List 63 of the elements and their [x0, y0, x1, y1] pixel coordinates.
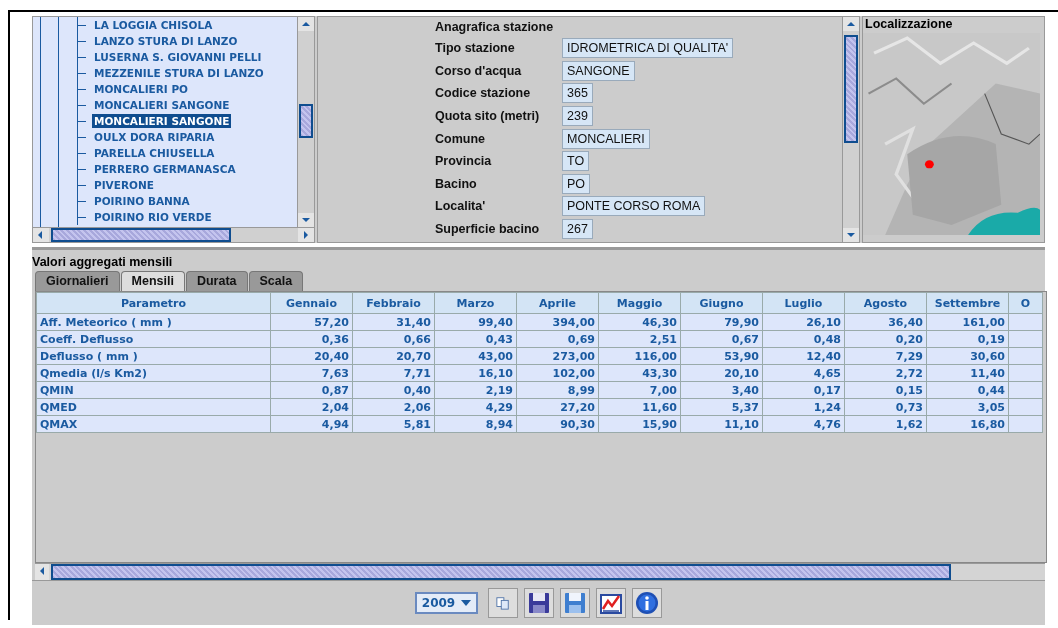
column-header[interactable]: Aprile	[516, 292, 599, 314]
column-header[interactable]: Luglio	[762, 292, 845, 314]
column-header[interactable]: Marzo	[434, 292, 517, 314]
horizontal-scrollbar[interactable]	[33, 227, 314, 242]
field-value: PO	[562, 173, 591, 194]
tree-item[interactable]: PERRERO GERMANASCA	[92, 162, 238, 176]
tab[interactable]: Scala	[248, 271, 304, 291]
tree-item[interactable]: LUSERNA S. GIOVANNI PELLI	[92, 50, 264, 64]
tree-item[interactable]: PARELLA CHIUSELLA	[92, 146, 217, 160]
vertical-scrollbar[interactable]	[297, 17, 314, 227]
field-value: 239	[562, 106, 593, 127]
column-header[interactable]: Febbraio	[352, 292, 435, 314]
map-title: Localizzazione	[864, 17, 954, 33]
caret-icon	[461, 600, 472, 606]
tree-item[interactable]: POIRINO BANNA	[92, 194, 192, 208]
horizontal-scrollbar[interactable]	[35, 563, 1045, 580]
tree-item[interactable]: PIVERONE	[92, 178, 156, 192]
column-header[interactable]: O	[1008, 292, 1043, 314]
vertical-scrollbar[interactable]	[842, 17, 859, 242]
column-header[interactable]: Maggio	[598, 292, 681, 314]
field-label: Quota sito (metri)	[435, 109, 541, 124]
field-label: Comune	[435, 131, 486, 146]
column-header[interactable]: Parametro	[36, 292, 271, 314]
tree-item[interactable]: POIRINO RIO VERDE	[92, 210, 214, 224]
tree-item[interactable]: LANZO STURA DI LANZO	[92, 34, 240, 48]
column-header[interactable]: Agosto	[844, 292, 927, 314]
tree-item[interactable]: LA LOGGIA CHISOLA	[92, 18, 215, 32]
info-icon	[635, 591, 660, 615]
tree-item[interactable]: MONCALIERI SANGONE	[92, 114, 232, 128]
tab[interactable]: Durata	[185, 271, 248, 291]
chart-button[interactable]	[596, 588, 627, 618]
field-label: Bacino	[435, 176, 478, 191]
field-label: Localita'	[435, 199, 487, 214]
section-title: Anagrafica stazione	[435, 20, 555, 36]
copy-button[interactable]	[488, 588, 519, 618]
info-button[interactable]	[632, 588, 663, 618]
field-value: PONTE CORSO ROMA	[562, 196, 706, 217]
tree-item[interactable]: MEZZENILE STURA DI LANZO	[92, 66, 266, 80]
field-value: SANGONE	[562, 60, 635, 81]
year-dropdown[interactable]: 2009	[414, 592, 479, 614]
save-as-button[interactable]	[560, 588, 591, 618]
tree-item[interactable]: MONCALIERI PO	[92, 82, 191, 96]
field-label: Corso d'acqua	[435, 63, 523, 78]
column-header[interactable]: Gennaio	[270, 292, 353, 314]
tab[interactable]: Giornalieri	[35, 271, 120, 291]
field-value: 267	[562, 219, 593, 240]
section-title: Valori aggregati mensili	[32, 254, 174, 271]
copy-icon	[496, 596, 511, 610]
chart-icon	[599, 591, 624, 615]
column-header[interactable]: Settembre	[926, 292, 1009, 314]
field-label: Tipo stazione	[435, 41, 516, 56]
save-button[interactable]	[524, 588, 555, 618]
tab[interactable]: Mensili	[120, 271, 185, 291]
column-header[interactable]: Giugno	[680, 292, 763, 314]
field-value: TO	[562, 151, 590, 172]
field-label: Provincia	[435, 154, 493, 169]
tree-item[interactable]: MONCALIERI SANGONE	[92, 98, 232, 112]
field-value: IDROMETRICA DI QUALITA'	[562, 38, 734, 59]
field-value: 365	[562, 83, 593, 104]
field-label: Codice stazione	[435, 86, 532, 101]
field-value: MONCALIERI	[562, 128, 650, 149]
field-label: Superficie bacino	[435, 222, 541, 237]
tree-item[interactable]: OULX DORA RIPARIA	[92, 130, 217, 144]
